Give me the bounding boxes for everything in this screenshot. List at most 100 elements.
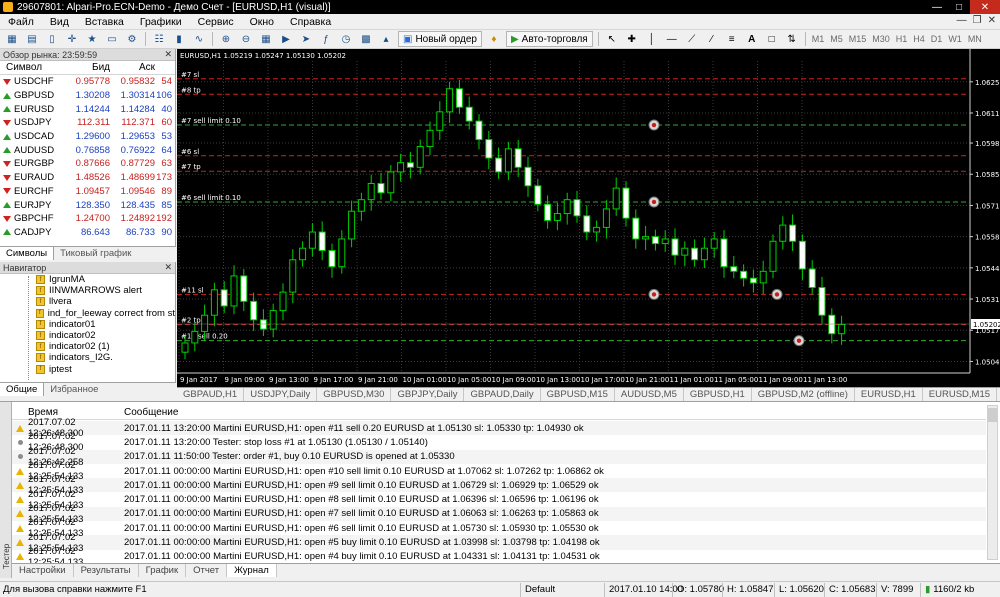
- horizontal-line-icon[interactable]: —: [664, 32, 680, 47]
- price-chart[interactable]: 9 Jan 2017 9 Jan 09:00 9 Jan 13:00 9 Jan 17…: [177, 49, 1000, 387]
- templates-icon[interactable]: ▩: [358, 32, 374, 47]
- tab-tick-chart[interactable]: Тиковый график: [54, 247, 137, 260]
- chart-tab[interactable]: GBPAUD,Daily: [464, 388, 541, 401]
- journal-scrollbar[interactable]: [987, 405, 998, 560]
- period-mn[interactable]: MN: [968, 34, 982, 44]
- menu-insert[interactable]: Вставка: [77, 16, 132, 28]
- close-icon[interactable]: ✕: [164, 49, 172, 60]
- chart-tab[interactable]: GBPJPY,Daily: [391, 388, 465, 401]
- market-watch-row[interactable]: EURAUD 1.48526 1.48699 173: [0, 171, 175, 185]
- mdi-restore-icon[interactable]: ❐: [973, 15, 982, 26]
- tab-common[interactable]: Общие: [0, 383, 45, 396]
- market-watch-row[interactable]: EURCHF 1.09457 1.09546 89: [0, 185, 175, 199]
- chart-window[interactable]: 9 Jan 2017 9 Jan 09:00 9 Jan 13:00 9 Jan 17…: [177, 49, 1000, 387]
- period-m5[interactable]: M5: [830, 34, 843, 44]
- period-m30[interactable]: M30: [872, 34, 890, 44]
- journal-row[interactable]: 2017.07.02 12:25:54.1332017.01.11 00:00:…: [12, 503, 986, 525]
- market-watch-row[interactable]: CADJPY 86.643 86.733 90: [0, 226, 175, 240]
- close-button[interactable]: ✕: [970, 0, 1000, 14]
- tab-results[interactable]: Результаты: [74, 564, 139, 577]
- text-icon[interactable]: A: [744, 32, 760, 47]
- period-h4[interactable]: H4: [913, 34, 925, 44]
- journal-row[interactable]: 2017.07.02 12:26:48.300 2017.01.11 13:20:…: [12, 431, 986, 453]
- col-message[interactable]: Сообщение: [124, 407, 178, 418]
- scroll-thumb[interactable]: [988, 408, 997, 422]
- chart-tab[interactable]: EURUSD,H1: [855, 388, 923, 401]
- navigator-item[interactable]: f ind_for_leeway correct from st: [0, 308, 175, 319]
- market-watch-row[interactable]: AUDUSD 0.76858 0.76922 64: [0, 143, 175, 157]
- line-chart-icon[interactable]: ∿: [191, 32, 207, 47]
- chart-tab[interactable]: GBPUSD,H1: [684, 388, 752, 401]
- menu-help[interactable]: Справка: [282, 16, 339, 28]
- market-watch-icon[interactable]: ▯: [44, 32, 60, 47]
- chart-tab[interactable]: GBPUSD,M2 (offline): [752, 388, 855, 401]
- navigator-item[interactable]: f indicator02: [0, 330, 175, 341]
- profiles-icon[interactable]: ▤: [24, 32, 40, 47]
- journal-row[interactable]: 2017.07.02 12:25:54.1332017.01.11 00:00:…: [12, 532, 986, 554]
- market-watch-row[interactable]: USDCAD 1.29600 1.29653 53: [0, 130, 175, 144]
- tab-symbols[interactable]: Символы: [0, 247, 55, 260]
- navigator-item[interactable]: f IINWMARROWS alert: [0, 285, 175, 296]
- col-ask[interactable]: Аск: [110, 62, 155, 73]
- menu-window[interactable]: Окно: [242, 16, 282, 28]
- market-watch-row[interactable]: GBPUSD 1.30208 1.30314 106: [0, 89, 175, 103]
- chart-tab[interactable]: GBPAUD,H1: [177, 388, 245, 401]
- navigator-item[interactable]: f llvera: [0, 296, 175, 307]
- bar-chart-icon[interactable]: ☷: [151, 32, 167, 47]
- journal-row[interactable]: 2017.07.02 12:25:54.1332017.01.11 00:00:…: [12, 474, 986, 496]
- period-m15[interactable]: M15: [849, 34, 867, 44]
- navigator-icon[interactable]: ★: [84, 32, 100, 47]
- zoom-in-icon[interactable]: ⊕: [218, 32, 234, 47]
- tab-settings[interactable]: Настройки: [12, 564, 74, 577]
- tab-favorites[interactable]: Избранное: [44, 383, 104, 396]
- autoscroll-icon[interactable]: ▶: [278, 32, 294, 47]
- col-symbol[interactable]: Символ: [0, 62, 70, 73]
- periods-icon[interactable]: ◷: [338, 32, 354, 47]
- journal-row[interactable]: 2017.07.02 12:26:48.300 2017.01.11 13:20:…: [12, 417, 986, 439]
- mdi-close-icon[interactable]: ✕: [988, 15, 996, 26]
- menu-file[interactable]: Файл: [0, 16, 42, 28]
- autotrading-button[interactable]: ▶ Авто-торговля: [505, 31, 593, 47]
- market-watch-row[interactable]: GBPCHF 1.24700 1.24892 192: [0, 212, 175, 226]
- arrows-icon[interactable]: ⇅: [784, 32, 800, 47]
- status-profile[interactable]: Default: [520, 582, 604, 597]
- tab-graph[interactable]: График: [139, 564, 187, 577]
- terminal-icon[interactable]: ▭: [104, 32, 120, 47]
- tile-icon[interactable]: ▦: [258, 32, 274, 47]
- navigator-item[interactable]: f IgrunMA: [0, 274, 175, 285]
- channel-icon[interactable]: ⁄: [704, 32, 720, 47]
- chart-tab[interactable]: GBPUSD,M15: [541, 388, 615, 401]
- indicators-icon[interactable]: ƒ: [318, 32, 334, 47]
- history-center-icon[interactable]: ▴: [378, 32, 394, 47]
- fibonacci-icon[interactable]: ≡: [724, 32, 740, 47]
- zoom-out-icon[interactable]: ⊖: [238, 32, 254, 47]
- new-order-button[interactable]: ▣ Новый ордер: [398, 31, 482, 47]
- mdi-minimize-icon[interactable]: —: [957, 15, 967, 26]
- market-watch-row[interactable]: USDCHF 0.95778 0.95832 54: [0, 75, 175, 89]
- tester-icon[interactable]: ⚙: [124, 32, 140, 47]
- journal-row[interactable]: 2017.07.02 12:25:54.1332017.01.11 00:00:…: [12, 546, 986, 568]
- market-watch-row[interactable]: USDJPY 112.311 112.371 60: [0, 116, 175, 130]
- menu-tools[interactable]: Сервис: [190, 16, 242, 28]
- navigator-item[interactable]: f indicator02 (1): [0, 341, 175, 352]
- cursor-icon[interactable]: ↖: [604, 32, 620, 47]
- crosshair-icon[interactable]: ✚: [624, 32, 640, 47]
- new-chart-icon[interactable]: ▦: [4, 32, 20, 47]
- tab-journal[interactable]: Журнал: [227, 564, 277, 577]
- journal-row[interactable]: 2017.07.02 12:25:54.1332017.01.11 00:00:…: [12, 489, 986, 511]
- journal-row[interactable]: 2017.07.02 12:26:42.258 2017.01.11 11:50:…: [12, 446, 986, 468]
- market-watch-row[interactable]: EURJPY 128.350 128.435 85: [0, 198, 175, 212]
- candlestick-icon[interactable]: ▮: [171, 32, 187, 47]
- minimize-button[interactable]: —: [926, 0, 948, 14]
- col-time[interactable]: Время: [12, 407, 124, 418]
- period-d1[interactable]: D1: [931, 34, 943, 44]
- period-m1[interactable]: M1: [812, 34, 825, 44]
- vertical-line-icon[interactable]: │: [644, 32, 660, 47]
- journal-row[interactable]: 2017.07.02 12:25:54.1332017.01.11 00:00:…: [12, 517, 986, 539]
- market-watch-row[interactable]: EURGBP 0.87666 0.87729 63: [0, 157, 175, 171]
- chart-tab[interactable]: AUDUSD,M5: [615, 388, 684, 401]
- label-icon[interactable]: □: [764, 32, 780, 47]
- period-w1[interactable]: W1: [948, 34, 962, 44]
- journal-row[interactable]: 2017.07.02 12:25:54.1332017.01.11 00:00:…: [12, 460, 986, 482]
- chart-tab[interactable]: USDJPY,Daily: [244, 388, 318, 401]
